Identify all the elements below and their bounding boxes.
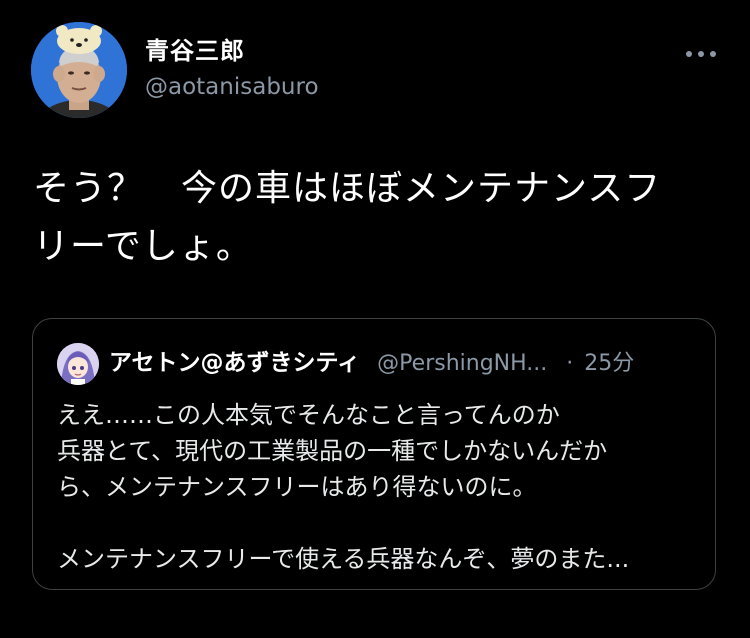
author-handle[interactable]: @aotanisaburo	[145, 72, 319, 102]
tweet-card: 青谷三郎 @aotanisaburo そう？ 今の車はほぼメンテナンスフ リーで…	[0, 0, 750, 638]
quoted-timestamp[interactable]: 25分	[584, 351, 634, 376]
author-info: 青谷三郎 @aotanisaburo	[145, 36, 319, 102]
tweet-text-line: そう？ 今の車はほぼメンテナンスフ	[33, 168, 662, 209]
quoted-text-line: ら、メンテナンスフリーはあり得ないのに。	[57, 473, 537, 501]
quoted-tweet[interactable]: アセトン@あずきシティ @PershingNH... · 25分 ええ……この人…	[32, 318, 716, 590]
author-display-name[interactable]: 青谷三郎	[145, 36, 319, 66]
user-avatar-photo-icon	[31, 22, 127, 118]
quoted-text: ええ……この人本気でそんなこと言ってんのか 兵器とて、現代の工業製品の一種でしか…	[57, 397, 697, 577]
quoted-text-line: 兵器とて、現代の工業製品の一種でしかないんだか	[57, 437, 608, 465]
user-avatar[interactable]	[31, 22, 127, 118]
quoted-header: アセトン@あずきシティ @PershingNH... · 25分	[109, 345, 709, 382]
quoted-author-handle[interactable]: @PershingNH...	[377, 351, 547, 376]
quoted-author-avatar[interactable]	[57, 343, 99, 385]
quoted-text-blank-line	[57, 505, 697, 541]
quoted-text-line: メンテナンスフリーで使える兵器なんぞ、夢のまた...	[57, 545, 630, 573]
quoted-text-line: ええ……この人本気でそんなこと言ってんのか	[57, 401, 560, 429]
anime-character-avatar-icon	[57, 343, 99, 385]
tweet-text-line: リーでしょ。	[33, 226, 253, 267]
more-options-icon[interactable]	[684, 46, 718, 62]
quoted-author-name[interactable]: アセトン@あずきシティ	[109, 350, 360, 376]
tweet-text: そう？ 今の車はほぼメンテナンスフ リーでしょ。	[33, 160, 723, 276]
separator-dot: ·	[566, 351, 574, 376]
